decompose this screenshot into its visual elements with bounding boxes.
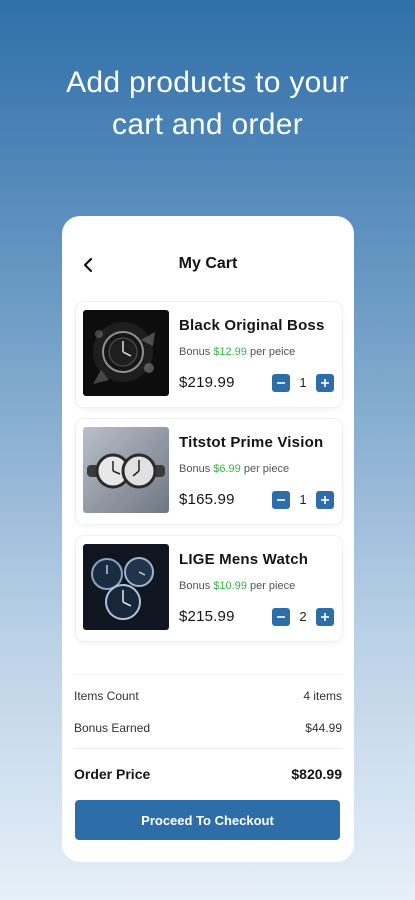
plus-icon xyxy=(321,379,329,387)
order-price-row: Order Price $820.99 xyxy=(74,766,342,782)
plus-icon xyxy=(321,613,329,621)
quantity-stepper: 1 xyxy=(272,374,334,392)
increase-quantity-button[interactable] xyxy=(316,608,334,626)
product-name: Black Original Boss xyxy=(179,317,325,334)
minus-icon xyxy=(277,382,285,384)
product-price: $215.99 xyxy=(179,608,235,625)
headline: Add products to your cart and order xyxy=(0,62,415,146)
phone-screen: My Cart Black Original Boss Bonus $12.99… xyxy=(62,216,354,862)
product-price: $219.99 xyxy=(179,374,235,391)
cart-item: LIGE Mens Watch Bonus $10.99 per piece $… xyxy=(76,536,342,641)
product-name: LIGE Mens Watch xyxy=(179,551,309,568)
plus-icon xyxy=(321,496,329,504)
increase-quantity-button[interactable] xyxy=(316,374,334,392)
headline-line-2: cart and order xyxy=(112,108,303,141)
cart-item: Black Original Boss Bonus $12.99 per pei… xyxy=(76,302,342,407)
proceed-to-checkout-button[interactable]: Proceed To Checkout xyxy=(75,800,340,840)
product-image xyxy=(83,310,169,396)
decrease-quantity-button[interactable] xyxy=(272,491,290,509)
product-image xyxy=(83,544,169,630)
items-count-row: Items Count 4 items xyxy=(74,689,342,703)
order-price-value: $820.99 xyxy=(291,766,342,782)
order-price-label: Order Price xyxy=(74,766,151,782)
items-count-value: 4 items xyxy=(303,689,342,703)
decrease-quantity-button[interactable] xyxy=(272,608,290,626)
product-name: Titstot Prime Vision xyxy=(179,434,324,451)
bonus-earned-value: $44.99 xyxy=(305,721,342,735)
quantity-stepper: 2 xyxy=(272,608,334,626)
minus-icon xyxy=(277,616,285,618)
items-count-label: Items Count xyxy=(74,689,139,703)
bonus-amount: $6.99 xyxy=(213,463,241,475)
page-title: My Cart xyxy=(178,255,238,272)
product-price: $165.99 xyxy=(179,491,235,508)
bonus-earned-row: Bonus Earned $44.99 xyxy=(74,721,342,735)
top-bar: My Cart xyxy=(62,250,354,280)
minus-icon xyxy=(277,499,285,501)
headline-line-1: Add products to your xyxy=(66,66,349,99)
quantity-value: 1 xyxy=(299,492,307,507)
quantity-value: 1 xyxy=(299,375,307,390)
bonus-amount: $12.99 xyxy=(213,346,247,358)
cart-item: Titstot Prime Vision Bonus $6.99 per pie… xyxy=(76,419,342,524)
bonus-amount: $10.99 xyxy=(213,580,247,592)
bonus-earned-label: Bonus Earned xyxy=(74,721,151,735)
product-bonus: Bonus $10.99 per piece xyxy=(179,580,296,592)
quantity-value: 2 xyxy=(299,609,307,624)
summary-divider xyxy=(74,748,342,749)
quantity-stepper: 1 xyxy=(272,491,334,509)
product-image xyxy=(83,427,169,513)
decrease-quantity-button[interactable] xyxy=(272,374,290,392)
product-bonus: Bonus $12.99 per peice xyxy=(179,346,296,358)
increase-quantity-button[interactable] xyxy=(316,491,334,509)
product-bonus: Bonus $6.99 per piece xyxy=(179,463,290,475)
